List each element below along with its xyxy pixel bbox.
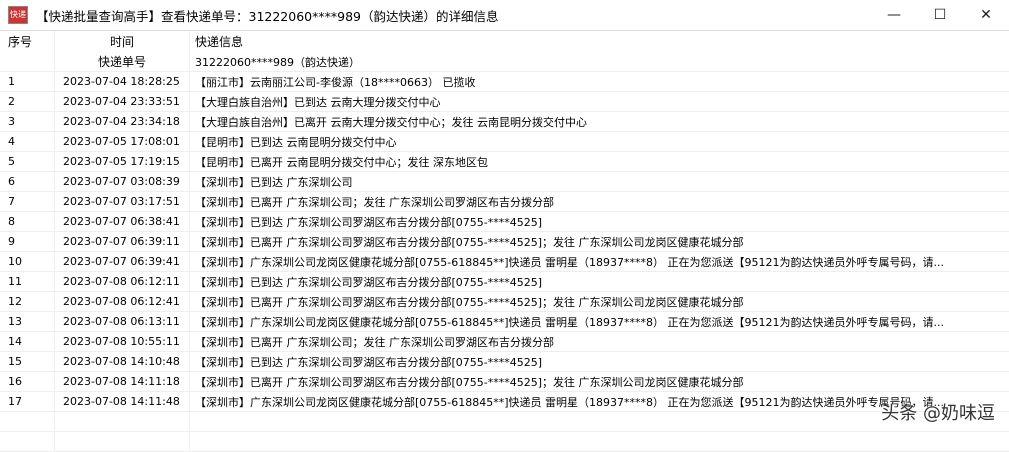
table-row[interactable]: 10 2023-07-07 06:39:41 【深圳市】广东深圳公司龙岗区健康花城分…	[0, 252, 1009, 272]
maximize-button[interactable]: ☐	[917, 0, 963, 30]
empty-row	[0, 432, 1009, 452]
row-info: 【深圳市】广东深圳公司龙岗区健康花城分部[0755-618845**]快递员 雷…	[195, 255, 945, 269]
empty-row	[0, 412, 1009, 432]
row-index: 7	[0, 192, 55, 211]
table-row[interactable]: 16 2023-07-08 14:11:18 【深圳市】已离开 广东深圳公司罗湖区布…	[0, 372, 1009, 392]
row-time: 2023-07-05 17:08:01	[55, 132, 190, 151]
row-time: 2023-07-08 06:12:11	[55, 272, 190, 291]
row-time: 2023-07-04 18:28:25	[55, 72, 190, 91]
row-index: 15	[0, 352, 55, 371]
tracking-number-value: 31222060****989（韵达快递）	[195, 55, 360, 69]
table-row[interactable]: 4 2023-07-05 17:08:01 【昆明市】已到达 云南昆明分拨交付中心	[0, 132, 1009, 152]
row-index: 1	[0, 72, 55, 91]
row-time: 2023-07-08 06:13:11	[55, 312, 190, 331]
table-row[interactable]: 5 2023-07-05 17:19:15 【昆明市】已离开 云南昆明分拨交付中心；…	[0, 152, 1009, 172]
header-info[interactable]: 快递信息	[190, 31, 1009, 52]
row-index: 13	[0, 312, 55, 331]
minimize-button[interactable]: —	[871, 0, 917, 30]
table-row[interactable]: 7 2023-07-07 03:17:51 【深圳市】已离开 广东深圳公司；发往 广…	[0, 192, 1009, 212]
row-info: 【深圳市】已到达 广东深圳公司罗湖区布吉分拨分部[0755-****4525]	[195, 215, 543, 229]
row-info: 【深圳市】广东深圳公司龙岗区健康花城分部[0755-618845**]快递员 雷…	[195, 315, 945, 329]
close-button[interactable]: ✕	[963, 0, 1009, 30]
row-info: 【深圳市】已离开 广东深圳公司；发往 广东深圳公司罗湖区布吉分拨分部	[195, 195, 554, 209]
table-row[interactable]: 6 2023-07-07 03:08:39 【深圳市】已到达 广东深圳公司	[0, 172, 1009, 192]
row-info: 【昆明市】已到达 云南昆明分拨交付中心	[195, 135, 397, 149]
row-index: 5	[0, 152, 55, 171]
row-time: 2023-07-08 06:12:41	[55, 292, 190, 311]
table-row[interactable]: 11 2023-07-08 06:12:11 【深圳市】已到达 广东深圳公司罗湖区布…	[0, 272, 1009, 292]
row-index: 3	[0, 112, 55, 131]
row-time: 2023-07-04 23:33:51	[55, 92, 190, 111]
row-time: 2023-07-08 14:11:48	[55, 392, 190, 411]
row-index: 10	[0, 252, 55, 271]
row-time: 2023-07-07 03:08:39	[55, 172, 190, 191]
row-info: 【深圳市】已离开 广东深圳公司罗湖区布吉分拨分部[0755-****4525]；…	[195, 235, 744, 249]
list-header: 序号 时间 快递信息	[0, 31, 1009, 52]
app-icon: 快递	[8, 6, 28, 24]
row-time: 2023-07-08 14:10:48	[55, 352, 190, 371]
row-time: 2023-07-08 10:55:11	[55, 332, 190, 351]
row-index: 12	[0, 292, 55, 311]
table-row[interactable]: 3 2023-07-04 23:34:18 【大理白族自治州】已离开 云南大理分拨交…	[0, 112, 1009, 132]
table-row[interactable]: 12 2023-07-08 06:12:41 【深圳市】已离开 广东深圳公司罗湖区布…	[0, 292, 1009, 312]
row-index: 8	[0, 212, 55, 231]
row-index: 6	[0, 172, 55, 191]
row-info: 【深圳市】已到达 广东深圳公司	[195, 175, 353, 189]
row-time: 2023-07-07 06:39:41	[55, 252, 190, 271]
row-time: 2023-07-07 06:39:11	[55, 232, 190, 251]
table-row[interactable]: 9 2023-07-07 06:39:11 【深圳市】已离开 广东深圳公司罗湖区布吉…	[0, 232, 1009, 252]
row-index: 2	[0, 92, 55, 111]
row-info: 【大理白族自治州】已离开 云南大理分拨交付中心；发往 云南昆明分拨交付中心	[195, 115, 587, 129]
row-time: 2023-07-05 17:19:15	[55, 152, 190, 171]
row-info: 【深圳市】已到达 广东深圳公司罗湖区布吉分拨分部[0755-****4525]	[195, 275, 543, 289]
row-time: 2023-07-07 06:38:41	[55, 212, 190, 231]
row-index: 14	[0, 332, 55, 351]
row-info: 【深圳市】已离开 广东深圳公司；发往 广东深圳公司罗湖区布吉分拨分部	[195, 335, 554, 349]
table-row[interactable]: 14 2023-07-08 10:55:11 【深圳市】已离开 广东深圳公司；发往 …	[0, 332, 1009, 352]
row-info: 【深圳市】已离开 广东深圳公司罗湖区布吉分拨分部[0755-****4525]；…	[195, 295, 744, 309]
row-info: 【丽江市】云南丽江公司-李俊源（18****0663） 已揽收	[195, 75, 476, 89]
row-index: 17	[0, 392, 55, 411]
header-index[interactable]: 序号	[0, 31, 55, 52]
row-info: 【深圳市】已离开 广东深圳公司罗湖区布吉分拨分部[0755-****4525]；…	[195, 375, 744, 389]
row-time: 2023-07-08 14:11:18	[55, 372, 190, 391]
table-row[interactable]: 13 2023-07-08 06:13:11 【深圳市】广东深圳公司龙岗区健康花城分…	[0, 312, 1009, 332]
tracking-number-label: 快递单号	[55, 52, 190, 71]
table-row[interactable]: 8 2023-07-07 06:38:41 【深圳市】已到达 广东深圳公司罗湖区布吉…	[0, 212, 1009, 232]
row-time: 2023-07-07 03:17:51	[55, 192, 190, 211]
row-index: 11	[0, 272, 55, 291]
window-title: 【快递批量查询高手】查看快递单号：31222060****989（韵达快递）的详…	[36, 8, 499, 24]
row-time: 2023-07-04 23:34:18	[55, 112, 190, 131]
tracking-number-row[interactable]: 快递单号 31222060****989（韵达快递）	[0, 52, 1009, 72]
watermark: 头条 @奶味逗	[881, 403, 995, 424]
title-bar: 快递 【快递批量查询高手】查看快递单号：31222060****989（韵达快递…	[0, 0, 1009, 31]
row-info: 【昆明市】已离开 云南昆明分拨交付中心；发往 深东地区包	[195, 155, 488, 169]
table-row[interactable]: 15 2023-07-08 14:10:48 【深圳市】已到达 广东深圳公司罗湖区布…	[0, 352, 1009, 372]
table-row[interactable]: 2 2023-07-04 23:33:51 【大理白族自治州】已到达 云南大理分拨交…	[0, 92, 1009, 112]
table-row[interactable]: 17 2023-07-08 14:11:48 【深圳市】广东深圳公司龙岗区健康花城分…	[0, 392, 1009, 412]
row-info: 【大理白族自治州】已到达 云南大理分拨交付中心	[195, 95, 441, 109]
row-index: 9	[0, 232, 55, 251]
tracking-list[interactable]: 序号 时间 快递信息 快递单号 31222060****989（韵达快递） 12…	[0, 31, 1009, 452]
header-time[interactable]: 时间	[55, 31, 190, 52]
table-row[interactable]: 1 2023-07-04 18:28:25 【丽江市】云南丽江公司-李俊源（18**…	[0, 72, 1009, 92]
row-index: 4	[0, 132, 55, 151]
row-info: 【深圳市】已到达 广东深圳公司罗湖区布吉分拨分部[0755-****4525]	[195, 355, 543, 369]
row-index: 16	[0, 372, 55, 391]
